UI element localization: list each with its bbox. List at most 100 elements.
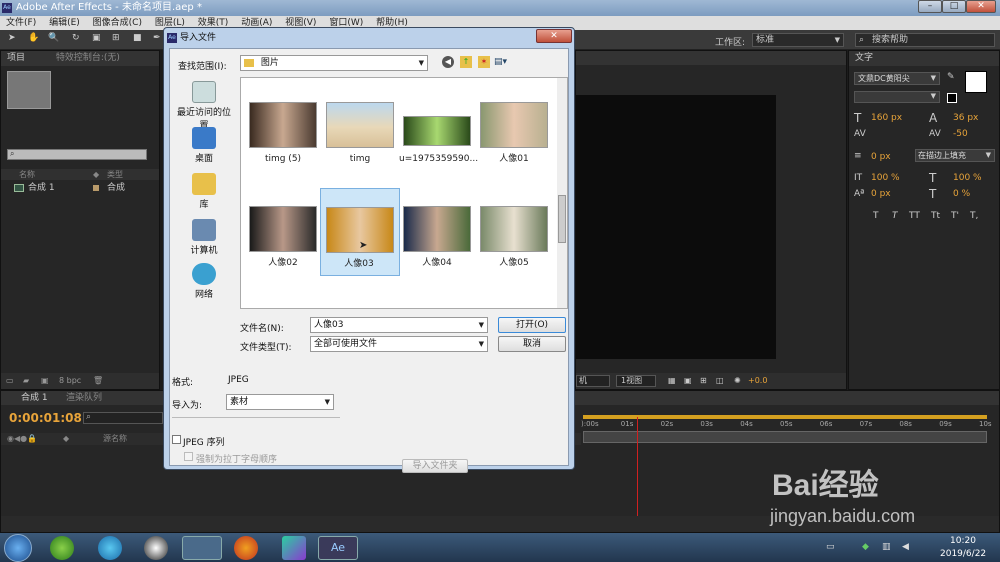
exposure-value[interactable]: +0.0: [748, 373, 767, 389]
subscript-button[interactable]: T,: [970, 211, 978, 221]
start-button[interactable]: [4, 534, 32, 562]
scrollbar-thumb[interactable]: [558, 195, 566, 243]
project-search-input[interactable]: ⌕: [7, 149, 147, 160]
faux-bold-button[interactable]: T: [873, 211, 879, 221]
bpc-label[interactable]: 8 bpc: [59, 373, 81, 389]
network-tray-icon[interactable]: ▥: [882, 542, 891, 552]
font-family-select[interactable]: 文鼎DC黄阳尖 ▼: [854, 72, 940, 85]
tab-effect-controls[interactable]: 特效控制台:(无): [56, 53, 120, 63]
interpret-footage-icon[interactable]: ▭: [6, 373, 14, 389]
dialog-close-button[interactable]: ✕: [536, 29, 572, 43]
all-caps-button[interactable]: TT: [909, 211, 920, 221]
tracking-value[interactable]: -50: [953, 129, 968, 139]
place-computer[interactable]: 计算机: [174, 219, 234, 256]
current-timecode[interactable]: 0:00:01:08: [9, 411, 82, 425]
timeline-search-input[interactable]: ⌕: [83, 412, 163, 424]
col-name-header[interactable]: 名称: [19, 169, 35, 180]
workspace-select[interactable]: 标准 ▼: [752, 33, 844, 47]
font-style-select[interactable]: ▼: [854, 91, 940, 103]
file-item-selected[interactable]: 人像03: [320, 188, 400, 276]
minimize-button[interactable]: –: [918, 0, 942, 13]
new-comp-icon[interactable]: ▣: [41, 373, 49, 389]
file-list-scrollbar[interactable]: [557, 78, 567, 308]
toggle-transparency-icon[interactable]: ▦: [668, 373, 676, 389]
trash-icon[interactable]: 🗑: [93, 373, 103, 389]
grid-icon[interactable]: ⊞: [700, 373, 707, 389]
rectangle-tool-icon[interactable]: ■: [133, 33, 142, 43]
place-network[interactable]: 网络: [174, 263, 234, 300]
firefox-icon[interactable]: [234, 536, 258, 560]
stroke-color-swatch[interactable]: [947, 93, 957, 103]
rotate-tool-icon[interactable]: ↻: [72, 33, 80, 43]
time-ruler[interactable]: ):00s 01s 02s 03s 04s 05s 06s 07s 08s 09s 10s: [581, 415, 993, 443]
file-item[interactable]: 人像04: [399, 206, 475, 269]
selection-tool-icon[interactable]: ➤: [8, 33, 16, 43]
tab-project[interactable]: 项目: [7, 53, 25, 63]
menu-edit[interactable]: 编辑(E): [49, 18, 80, 28]
pan-behind-tool-icon[interactable]: ⊞: [112, 33, 120, 43]
file-item[interactable]: timg: [322, 102, 398, 165]
place-desktop[interactable]: 桌面: [174, 127, 234, 164]
view-layout-select[interactable]: 1视图: [616, 375, 656, 387]
filename-input[interactable]: 人像03 ▼: [310, 317, 488, 333]
file-item[interactable]: 人像01: [476, 102, 552, 165]
filetype-select[interactable]: 全部可使用文件 ▼: [310, 336, 488, 352]
hand-tool-icon[interactable]: ✋: [28, 33, 39, 43]
composition-canvas[interactable]: [576, 95, 776, 359]
project-item-row[interactable]: 合成 1 合成: [1, 182, 159, 194]
vertical-scale-value[interactable]: 100 %: [871, 173, 900, 183]
after-effects-taskbar-icon[interactable]: Ae: [318, 536, 358, 560]
file-item[interactable]: timg (5): [245, 102, 321, 165]
leading-value[interactable]: 36 px: [953, 113, 978, 123]
stroke-width-value[interactable]: 0 px: [871, 152, 891, 162]
playhead-line[interactable]: [636, 417, 638, 532]
resolution-select[interactable]: 机: [576, 375, 610, 387]
file-explorer-icon[interactable]: [182, 536, 222, 560]
file-item[interactable]: 人像05: [476, 206, 552, 269]
work-area-bar[interactable]: [583, 415, 987, 419]
eyedropper-icon[interactable]: ✎: [947, 72, 955, 82]
qq-icon[interactable]: [144, 536, 168, 560]
help-search-input[interactable]: ⌕ 搜索帮助: [855, 33, 995, 47]
faux-italic-button[interactable]: T: [892, 211, 898, 221]
view-menu-icon[interactable]: ▤▾: [494, 56, 514, 68]
font-size-value[interactable]: 160 px: [871, 113, 902, 123]
exposure-icon[interactable]: ✺: [734, 373, 741, 389]
up-folder-icon[interactable]: ↑: [460, 56, 472, 68]
importas-select[interactable]: 素材 ▼: [226, 394, 334, 410]
volume-icon[interactable]: ◀: [902, 542, 909, 552]
menu-file[interactable]: 文件(F): [6, 18, 36, 28]
browser-360-icon[interactable]: [50, 536, 74, 560]
new-folder-icon[interactable]: ▰: [23, 373, 29, 389]
tab-comp-1[interactable]: 合成 1: [21, 391, 48, 405]
back-icon[interactable]: ◀: [442, 56, 454, 68]
baseline-shift-value[interactable]: 0 px: [871, 189, 891, 199]
security-icon[interactable]: ◆: [862, 542, 869, 552]
pen-tool-icon[interactable]: ✒: [153, 33, 161, 43]
open-button[interactable]: 打开(O): [498, 317, 566, 333]
alpha-order-checkbox[interactable]: [184, 452, 193, 461]
tab-render-queue[interactable]: 渲染队列: [66, 391, 102, 405]
superscript-button[interactable]: T': [951, 211, 959, 221]
maximize-button[interactable]: □: [942, 0, 966, 13]
close-button[interactable]: ✕: [966, 0, 996, 13]
col-type-header[interactable]: 类型: [107, 169, 123, 180]
file-item[interactable]: u=1975359590...: [399, 102, 478, 165]
source-name-header[interactable]: 源名称: [103, 433, 127, 445]
region-of-interest-icon[interactable]: ▣: [684, 373, 692, 389]
fill-color-swatch[interactable]: [965, 71, 987, 93]
small-caps-button[interactable]: Tt: [931, 211, 940, 221]
clock-date[interactable]: 2019/6/22: [940, 549, 986, 559]
camera-tool-icon[interactable]: ▣: [92, 33, 101, 43]
keyboard-icon[interactable]: ▭: [826, 542, 835, 552]
import-folder-button[interactable]: 导入文件夹: [402, 459, 468, 473]
place-recent[interactable]: 最近访问的位置: [174, 81, 234, 131]
media-app-icon[interactable]: [282, 536, 306, 560]
clock-time[interactable]: 10:20: [950, 536, 976, 546]
place-libraries[interactable]: 库: [174, 173, 234, 210]
file-list[interactable]: timg (5) timg u=1975359590... 人像01 人像02 …: [240, 77, 568, 309]
ie-browser-icon[interactable]: [98, 536, 122, 560]
jpeg-sequence-checkbox[interactable]: [172, 435, 181, 444]
snapshot-icon[interactable]: ◫: [716, 373, 724, 389]
tsume-value[interactable]: 0 %: [953, 189, 970, 199]
